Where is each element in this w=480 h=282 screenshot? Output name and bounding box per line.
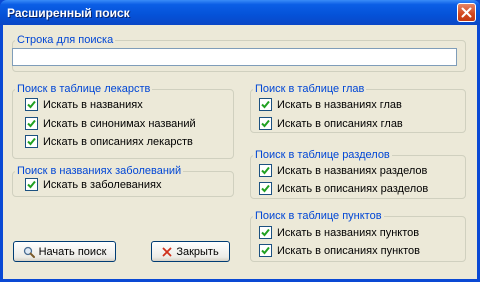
checkbox[interactable] bbox=[25, 178, 38, 191]
checkbox[interactable] bbox=[259, 182, 272, 195]
check-icon bbox=[261, 246, 270, 255]
window-close-button[interactable] bbox=[457, 3, 476, 22]
items-option-descriptions[interactable]: Искать в описаниях пунктов bbox=[259, 244, 420, 257]
check-icon bbox=[27, 180, 36, 189]
checkbox[interactable] bbox=[259, 98, 272, 111]
sections-group-legend: Поиск в таблице разделов bbox=[255, 149, 390, 161]
checkbox-label: Искать в описаниях глав bbox=[277, 117, 403, 130]
check-icon bbox=[261, 184, 270, 193]
checkbox-label: Искать в названиях bbox=[43, 98, 143, 111]
diseases-group-legend: Поиск в названиях заболеваний bbox=[17, 165, 182, 177]
checkbox-label: Искать в заболеваниях bbox=[43, 178, 162, 191]
red-x-icon bbox=[162, 247, 172, 256]
check-icon bbox=[261, 100, 270, 109]
checkbox[interactable] bbox=[25, 98, 38, 111]
close-button[interactable]: Закрыть bbox=[151, 241, 230, 262]
sections-option-descriptions[interactable]: Искать в описаниях разделов bbox=[259, 182, 428, 195]
items-option-names[interactable]: Искать в названиях пунктов bbox=[259, 226, 419, 239]
diseases-option[interactable]: Искать в заболеваниях bbox=[25, 178, 161, 191]
chapters-option-names[interactable]: Искать в названиях глав bbox=[259, 98, 402, 111]
checkbox-label: Искать в описаниях разделов bbox=[277, 182, 429, 195]
check-icon bbox=[27, 100, 36, 109]
checkbox[interactable] bbox=[259, 117, 272, 130]
checkbox-label: Искать в названиях глав bbox=[277, 98, 402, 111]
check-icon bbox=[261, 228, 270, 237]
checkbox-label: Искать в синонимах названий bbox=[43, 117, 196, 130]
drugs-option-descriptions[interactable]: Искать в описаниях лекарств bbox=[25, 135, 193, 148]
checkbox[interactable] bbox=[259, 226, 272, 239]
dialog-window: Расширенный поиск Строка для поиска Поис… bbox=[0, 0, 480, 282]
search-input[interactable] bbox=[12, 48, 457, 66]
check-icon bbox=[261, 119, 270, 128]
check-icon bbox=[261, 166, 270, 175]
title-bar[interactable]: Расширенный поиск bbox=[0, 0, 480, 25]
window-title: Расширенный поиск bbox=[7, 6, 130, 20]
checkbox[interactable] bbox=[25, 117, 38, 130]
close-icon bbox=[461, 7, 472, 18]
checkbox[interactable] bbox=[259, 164, 272, 177]
chapters-option-descriptions[interactable]: Искать в описаниях глав bbox=[259, 117, 403, 130]
drugs-group-legend: Поиск в таблице лекарств bbox=[17, 83, 151, 95]
sections-option-names[interactable]: Искать в названиях разделов bbox=[259, 164, 427, 177]
search-group-legend: Строка для поиска bbox=[17, 34, 114, 46]
checkbox-label: Искать в описаниях пунктов bbox=[277, 244, 420, 257]
checkbox-label: Искать в названиях разделов bbox=[277, 164, 428, 177]
dialog-body: Строка для поиска Поиск в таблице лекарс… bbox=[3, 25, 477, 279]
start-search-label: Начать поиск bbox=[38, 245, 107, 258]
checkbox-label: Искать в описаниях лекарств bbox=[43, 135, 193, 148]
checkbox[interactable] bbox=[25, 135, 38, 148]
checkbox-label: Искать в названиях пунктов bbox=[277, 226, 420, 239]
checkbox[interactable] bbox=[259, 244, 272, 257]
drugs-option-names[interactable]: Искать в названиях bbox=[25, 98, 143, 111]
close-button-label: Закрыть bbox=[176, 245, 219, 258]
items-group-legend: Поиск в таблице пунктов bbox=[255, 210, 382, 222]
drugs-option-synonyms[interactable]: Искать в синонимах названий bbox=[25, 117, 196, 130]
magnifier-icon bbox=[23, 246, 35, 258]
start-search-button[interactable]: Начать поиск bbox=[13, 241, 116, 262]
check-icon bbox=[27, 119, 36, 128]
chapters-group-legend: Поиск в таблице глав bbox=[255, 83, 365, 95]
check-icon bbox=[27, 137, 36, 146]
